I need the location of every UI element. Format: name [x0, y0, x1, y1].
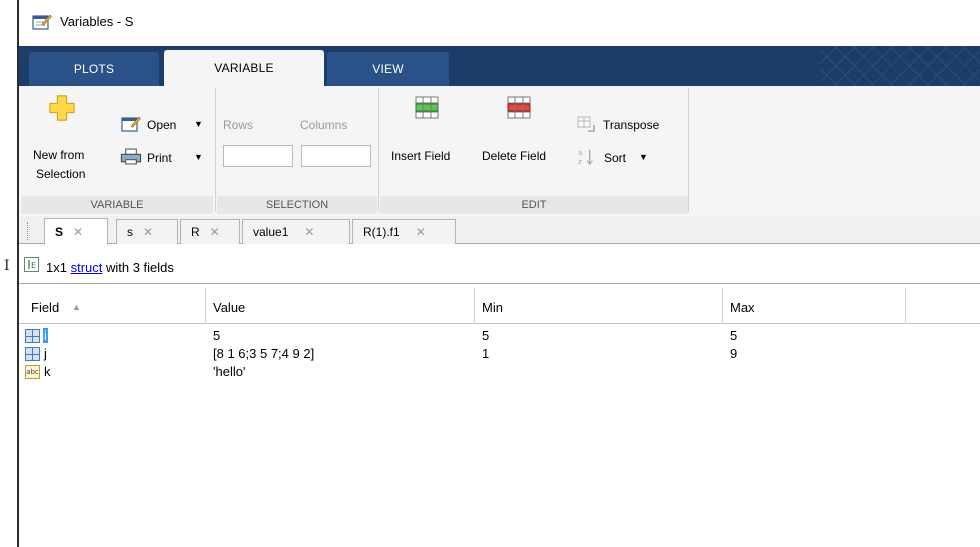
variable-group-label: VARIABLE [21, 196, 213, 214]
table-row[interactable]: abc k 'hello' [19, 362, 980, 380]
column-header-value[interactable]: Value [213, 300, 245, 315]
column-divider[interactable] [474, 288, 475, 324]
toolstrip-tabs: PLOTS VARIABLE VIEW [19, 46, 980, 86]
column-header-field[interactable]: Field [31, 300, 59, 315]
new-from-selection-label-1: New from [33, 148, 85, 162]
field-value[interactable]: 5 [213, 328, 220, 343]
sort-button[interactable]: a z Sort ▼ [576, 146, 682, 170]
tab-view[interactable]: VIEW [327, 52, 449, 86]
field-value[interactable]: [8 1 6;3 5 7;4 9 2] [213, 346, 314, 361]
matrix-icon [25, 347, 40, 361]
matrix-icon [25, 329, 40, 343]
doc-tab-label: value1 [253, 225, 289, 239]
struct-fields-count: with 3 fields [102, 260, 174, 275]
field-max: 5 [730, 328, 738, 343]
char-icon: abc [25, 365, 40, 379]
tab-grip-icon [27, 222, 31, 240]
struct-size: 1x1 [46, 260, 71, 275]
field-min: 1 [482, 346, 490, 361]
rows-label: Rows [223, 118, 254, 132]
doc-tab-label: R(1).f1 [363, 225, 400, 239]
field-min: 5 [482, 328, 490, 343]
delete-field-icon [507, 96, 531, 119]
print-dropdown-icon: ▼ [194, 152, 203, 162]
text-cursor-icon: I [4, 258, 10, 274]
open-button[interactable]: Open ▼ [118, 112, 210, 134]
sort-icon: a z [578, 148, 593, 166]
group-divider [378, 88, 379, 212]
table-row[interactable]: i 5 5 5 [19, 326, 980, 344]
open-dropdown-icon: ▼ [194, 119, 203, 129]
insert-field-label: Insert Field [391, 149, 451, 163]
svg-text:z: z [578, 157, 582, 166]
title-bar [19, 0, 980, 46]
doc-tab-value1[interactable]: value1 ✕ [242, 219, 350, 244]
sort-ascending-icon: ▲ [72, 302, 81, 312]
struct-summary: 1x1 struct with 3 fields [46, 260, 174, 275]
doc-tab-s[interactable]: s ✕ [116, 219, 178, 244]
close-icon[interactable]: ✕ [210, 225, 220, 239]
field-name[interactable]: k [44, 364, 51, 379]
column-divider[interactable] [722, 288, 723, 324]
tab-plots[interactable]: PLOTS [29, 52, 159, 86]
printer-icon [120, 148, 142, 165]
print-button[interactable]: Print ▼ [118, 145, 210, 167]
open-icon [121, 116, 141, 132]
svg-text:a: a [578, 148, 582, 157]
doc-tab-label: S [55, 225, 64, 239]
doc-tab-label: s [127, 225, 133, 239]
close-icon[interactable]: ✕ [143, 225, 153, 239]
new-from-selection-button[interactable]: New from Selection [30, 94, 92, 186]
sort-label: Sort [604, 151, 627, 165]
edit-group-label: EDIT [380, 196, 688, 214]
close-icon[interactable]: ✕ [73, 225, 83, 239]
delete-field-button[interactable]: Delete Field [480, 96, 562, 166]
svg-text:E: E [31, 261, 36, 270]
divider [19, 283, 980, 284]
delete-field-label: Delete Field [482, 149, 547, 163]
transpose-icon [577, 116, 595, 132]
transpose-button[interactable]: Transpose [576, 112, 682, 136]
tab-variable[interactable]: VARIABLE [164, 50, 324, 86]
new-from-selection-label-2: Selection [36, 167, 86, 181]
doc-tab-label: R [191, 225, 200, 239]
column-header-min[interactable]: Min [482, 300, 503, 315]
insert-field-button[interactable]: Insert Field [388, 96, 470, 166]
close-icon[interactable]: ✕ [304, 225, 314, 239]
group-divider [688, 88, 689, 212]
field-name[interactable]: j [44, 346, 47, 361]
group-divider [215, 88, 216, 212]
print-label: Print [147, 151, 172, 165]
field-name[interactable]: i [43, 328, 48, 343]
doc-tab-R1-f1[interactable]: R(1).f1 ✕ [352, 219, 456, 244]
column-header-max[interactable]: Max [730, 300, 755, 315]
columns-label: Columns [300, 118, 348, 132]
rows-input[interactable] [223, 145, 293, 167]
new-from-selection-icon [49, 95, 75, 121]
close-icon[interactable]: ✕ [416, 225, 426, 239]
field-max: 9 [730, 346, 738, 361]
selection-group-label: SELECTION [217, 196, 377, 214]
transpose-label: Transpose [603, 118, 660, 132]
variables-window-icon [32, 14, 52, 30]
struct-icon: E [24, 257, 39, 272]
column-divider[interactable] [205, 288, 206, 324]
column-divider[interactable] [905, 288, 906, 324]
doc-tab-R[interactable]: R ✕ [180, 219, 240, 244]
doc-tab-S[interactable]: S ✕ [44, 218, 108, 245]
sort-dropdown-icon: ▼ [639, 152, 648, 162]
insert-field-icon [415, 96, 439, 119]
toolstrip-pattern [820, 46, 980, 86]
open-label: Open [147, 118, 177, 132]
struct-help-link[interactable]: struct [71, 260, 103, 275]
field-value[interactable]: 'hello' [213, 364, 245, 379]
table-row[interactable]: j [8 1 6;3 5 7;4 9 2] 1 9 [19, 344, 980, 362]
columns-input[interactable] [301, 145, 371, 167]
window-title: Variables - S [60, 14, 134, 29]
